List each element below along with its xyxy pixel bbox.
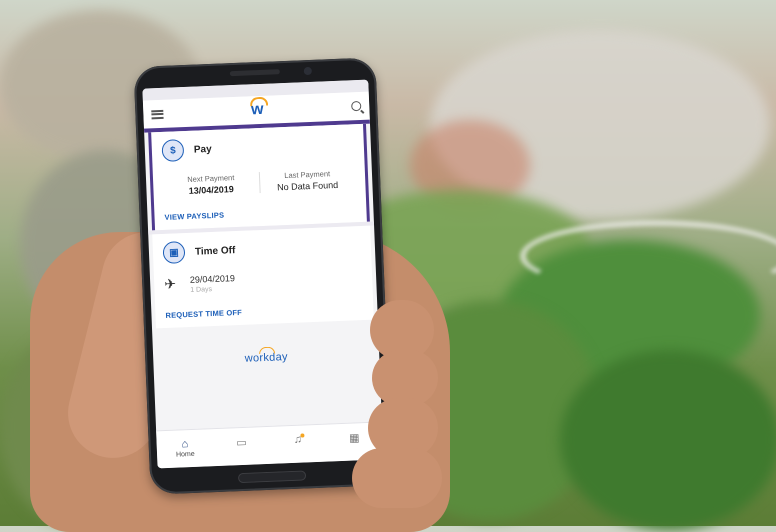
home-icon: ⌂ [181,438,189,451]
tab-notifications[interactable]: ♫ [278,433,318,448]
smartphone: w $ Pay Next Payment 13/04/2019 Last Pay… [133,57,393,495]
front-camera [303,66,312,76]
pay-coins-icon: $ [161,139,185,162]
phone-screen: w $ Pay Next Payment 13/04/2019 Last Pay… [142,79,384,469]
home-button[interactable] [237,470,307,484]
time-off-card: ▣ Time Off ✈ 29/04/2019 1 Days REQUEST T… [152,225,374,329]
earpiece [229,69,280,77]
next-payment-value: 13/04/2019 [188,184,234,196]
search-icon[interactable] [351,100,362,112]
time-off-entry[interactable]: ✈ 29/04/2019 1 Days [164,268,363,295]
next-payment: Next Payment 13/04/2019 [163,172,259,197]
pay-summary: Next Payment 13/04/2019 Last Payment No … [163,168,356,197]
airplane-icon: ✈ [163,275,177,292]
inbox-icon: ▭ [235,436,247,450]
bell-icon: ♫ [293,433,303,446]
time-off-date: 29/04/2019 [189,273,236,285]
background-greenery [560,350,776,530]
view-payslips-link[interactable]: VIEW PAYSLIPS [164,205,356,222]
pay-header: $ Pay [161,132,354,162]
bottom-tab-bar: ⌂ Home ▭ ♫ ▦ [156,421,384,469]
tab-home-label: Home [175,450,195,459]
menu-icon[interactable] [151,109,164,119]
tab-home[interactable]: ⌂ Home [165,437,206,459]
pay-title: Pay [193,143,212,156]
tab-inbox[interactable]: ▭ [221,435,261,450]
last-payment-value: No Data Found [276,179,339,193]
workday-footer-logo: workday [153,347,379,368]
request-time-off-link[interactable]: REQUEST TIME OFF [165,303,363,320]
suitcase-icon: ▣ [162,241,186,264]
last-payment: Last Payment No Data Found [258,168,356,194]
background-road [520,220,776,292]
pay-card: $ Pay Next Payment 13/04/2019 Last Payme… [148,123,370,231]
time-off-days: 1 Days [190,286,213,294]
finger [352,448,442,508]
workday-logo: w [250,100,264,119]
time-off-title: Time Off [194,244,236,258]
apps-grid-icon: ▦ [348,432,360,445]
time-off-header: ▣ Time Off [162,234,362,264]
